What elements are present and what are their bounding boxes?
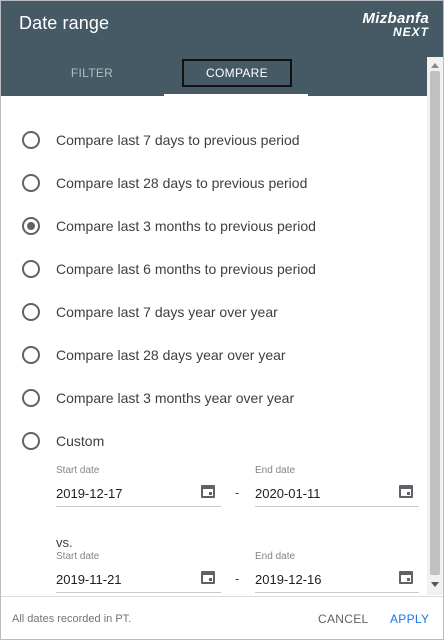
compare-end-date-caption: End date (255, 551, 296, 562)
compare-end-date-field[interactable]: 2019-12-16 (255, 567, 419, 593)
vs-label: vs. (56, 535, 73, 550)
option-label: Compare last 28 days to previous period (56, 175, 308, 191)
brand-logo-line1: Mizbanfa (362, 10, 429, 27)
cancel-button[interactable]: CANCEL (318, 612, 368, 626)
brand-logo: Mizbanfa NEXT (347, 11, 429, 41)
radio-button-selected[interactable] (22, 217, 40, 235)
end-date-value: 2020-01-11 (255, 486, 321, 501)
option-last-28-days-previous[interactable]: Compare last 28 days to previous period (1, 163, 427, 203)
radio-button[interactable] (22, 260, 40, 278)
compare-start-date-caption: Start date (56, 551, 100, 562)
dialog-footer: All dates recorded in PT. CANCEL APPLY (1, 596, 443, 639)
brand-logo-line2: NEXT (392, 25, 429, 39)
compare-options-panel: Compare last 7 days to previous period C… (1, 96, 427, 596)
start-date-value: 2019-12-17 (56, 486, 123, 501)
calendar-icon[interactable] (201, 571, 215, 584)
tab-compare[interactable]: COMPARE (182, 59, 292, 87)
option-last-3-months-previous[interactable]: Compare last 3 months to previous period (1, 206, 427, 246)
compare-start-date-field[interactable]: 2019-11-21 (56, 567, 221, 593)
option-label: Custom (56, 433, 105, 449)
chevron-down-icon[interactable] (431, 582, 439, 587)
start-date-field[interactable]: 2019-12-17 (56, 481, 221, 507)
dialog-title: Date range (19, 13, 110, 33)
calendar-icon[interactable] (399, 571, 413, 584)
compare-start-date-value: 2019-11-21 (56, 572, 122, 587)
option-label: Compare last 7 days year over year (56, 304, 278, 320)
option-last-7-days-yoy[interactable]: Compare last 7 days year over year (1, 292, 427, 332)
date-separator: - (235, 485, 240, 500)
option-label: Compare last 6 months to previous period (56, 261, 316, 277)
tab-filter[interactable]: FILTER (39, 59, 145, 87)
calendar-icon[interactable] (201, 485, 215, 498)
option-last-28-days-yoy[interactable]: Compare last 28 days year over year (1, 335, 427, 375)
option-label: Compare last 28 days year over year (56, 347, 286, 363)
compare-end-date-value: 2019-12-16 (255, 572, 322, 587)
option-last-6-months-previous[interactable]: Compare last 6 months to previous period (1, 249, 427, 289)
calendar-icon[interactable] (399, 485, 413, 498)
vertical-scrollbar[interactable] (427, 57, 443, 595)
apply-button[interactable]: APPLY (390, 612, 429, 626)
date-separator: - (235, 571, 240, 586)
scrollbar-thumb[interactable] (430, 71, 440, 575)
radio-button[interactable] (22, 174, 40, 192)
start-date-caption: Start date (56, 465, 100, 476)
timezone-note: All dates recorded in PT. (12, 613, 132, 625)
radio-button[interactable] (22, 389, 40, 407)
option-label: Compare last 3 months to previous period (56, 218, 316, 234)
option-last-7-days-previous[interactable]: Compare last 7 days to previous period (1, 120, 427, 160)
end-date-field[interactable]: 2020-01-11 (255, 481, 419, 507)
radio-button[interactable] (22, 303, 40, 321)
option-last-3-months-yoy[interactable]: Compare last 3 months year over year (1, 378, 427, 418)
dialog-header: Date range Mizbanfa NEXT FILTER COMPARE (1, 1, 443, 96)
radio-button[interactable] (22, 346, 40, 364)
radio-button[interactable] (22, 432, 40, 450)
end-date-caption: End date (255, 465, 296, 476)
option-label: Compare last 7 days to previous period (56, 132, 300, 148)
radio-button[interactable] (22, 131, 40, 149)
option-custom[interactable]: Custom (1, 421, 427, 461)
date-range-dialog: Date range Mizbanfa NEXT FILTER COMPARE … (0, 0, 444, 640)
option-label: Compare last 3 months year over year (56, 390, 295, 406)
chevron-up-icon[interactable] (431, 63, 439, 68)
